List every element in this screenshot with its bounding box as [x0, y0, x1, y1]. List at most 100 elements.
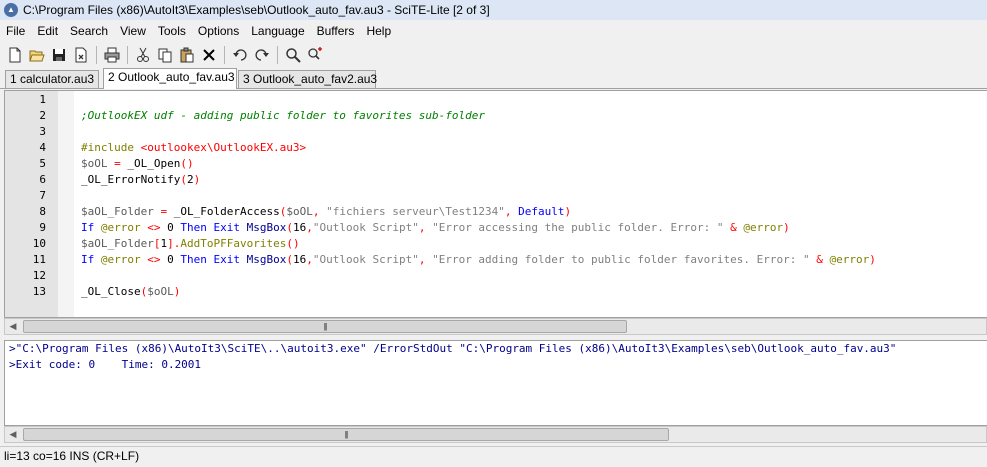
line-number: 5 [39, 157, 46, 170]
code-token: <> [140, 221, 168, 234]
scroll-left-icon[interactable]: ◀ [5, 427, 21, 442]
output-line: >"C:\Program Files (x86)\AutoIt3\SciTE\.… [9, 342, 897, 355]
redo-button[interactable] [251, 44, 273, 66]
code-line[interactable]: 13 _OL_Close($oOL) [33, 284, 987, 300]
line-number: 2 [39, 109, 46, 122]
output-pane[interactable]: >"C:\Program Files (x86)\AutoIt3\SciTE\.… [4, 340, 987, 426]
new-file-button[interactable] [4, 44, 26, 66]
output-line: >Exit code: 0 Time: 0.2001 [9, 358, 202, 371]
code-token: "Error adding folder to public folder fa… [432, 253, 810, 266]
code-line[interactable]: 2 ;OutlookEX udf - adding public folder t… [39, 108, 987, 124]
code-editor[interactable]: 1 2 ;OutlookEX udf - adding public folder … [4, 90, 987, 318]
scroll-thumb[interactable]: ||| [23, 320, 627, 333]
grip-icon: ||| [323, 322, 327, 331]
code-line[interactable]: 10 $aOL_Folder[1].AddToPFFavorites() [33, 236, 987, 252]
menu-help[interactable]: Help [360, 24, 397, 38]
code-token: "Error accessing the public folder. Erro… [432, 221, 724, 234]
tab-outlook-auto-fav[interactable]: 2 Outlook_auto_fav.au3 [103, 68, 237, 89]
toolbar-separator [96, 46, 97, 64]
code-token: 16 [292, 221, 307, 234]
code-token: ) [783, 221, 790, 234]
menu-language[interactable]: Language [245, 24, 310, 38]
scite-app-icon[interactable]: ▲ [4, 3, 18, 17]
menu-file[interactable]: File [0, 24, 31, 38]
toolbar [0, 42, 987, 68]
code-token: 0 [167, 253, 174, 266]
code-token: ) [564, 205, 572, 218]
code-token: , [306, 253, 313, 266]
tab-calculator[interactable]: 1 calculator.au3 [5, 70, 99, 88]
line-number: 4 [39, 141, 46, 154]
code-token: & [809, 253, 830, 266]
code-token: ) [173, 285, 181, 298]
code-token: MsgBox [246, 253, 287, 266]
code-token: ( [180, 173, 187, 186]
copy-button[interactable] [154, 44, 176, 66]
delete-button[interactable] [198, 44, 220, 66]
code-token: Then Exit [173, 253, 247, 266]
undo-button[interactable] [229, 44, 251, 66]
cut-icon [137, 47, 149, 62]
close-file-button[interactable] [70, 44, 92, 66]
code-token: ( [286, 253, 293, 266]
code-line[interactable]: 12 [33, 268, 987, 284]
code-line[interactable]: 8 $aOL_Folder = _OL_FolderAccess($oOL, "f… [39, 204, 987, 220]
code-line[interactable]: 4 #include <outlookex\OutlookEX.au3> [39, 140, 987, 156]
find-button[interactable] [282, 44, 304, 66]
code-token: $aOL_Folder [81, 205, 154, 218]
scroll-thumb[interactable]: ||| [23, 428, 669, 441]
code-token: _OL_Open [127, 157, 181, 170]
code-token: , [418, 253, 433, 266]
print-button[interactable] [101, 44, 123, 66]
code-token: #include [81, 141, 141, 154]
code-token: ]. [167, 237, 181, 250]
scroll-left-icon[interactable]: ◀ [5, 319, 21, 334]
close-file-icon [75, 47, 87, 63]
code-area[interactable]: 1 2 ;OutlookEX udf - adding public folder … [33, 92, 987, 300]
fold-margin[interactable] [58, 91, 74, 317]
replace-icon [308, 47, 322, 60]
tab-outlook-auto-fav2[interactable]: 3 Outlook_auto_fav2.au3 [238, 70, 377, 88]
code-line[interactable]: 9 If @error <> 0 Then Exit MsgBox(16,"Out… [39, 220, 987, 236]
cut-button[interactable] [132, 44, 154, 66]
code-token: , [312, 205, 327, 218]
code-line[interactable]: 5 $oOL = _OL_Open() [39, 156, 987, 172]
undo-icon [233, 49, 247, 61]
code-token: ) [869, 253, 876, 266]
status-bar: li=13 co=16 INS (CR+LF) [0, 446, 987, 467]
line-number: 11 [32, 253, 46, 266]
code-token: () [180, 157, 194, 170]
code-token: AddToPFFavorites [180, 237, 287, 250]
find-icon [286, 48, 301, 63]
code-token: 16 [292, 253, 307, 266]
replace-button[interactable] [304, 44, 326, 66]
menu-options[interactable]: Options [192, 24, 245, 38]
save-button[interactable] [48, 44, 70, 66]
menu-buffers[interactable]: Buffers [311, 24, 361, 38]
line-number: 9 [39, 221, 46, 234]
code-line[interactable]: 6 _OL_ErrorNotify(2) [39, 172, 987, 188]
editor-horizontal-scrollbar[interactable]: ◀ ||| [4, 318, 987, 335]
code-token: _OL_ErrorNotify [81, 173, 181, 186]
buffer-tabs: 1 calculator.au3 2 Outlook_auto_fav.au3 … [0, 68, 987, 89]
menu-view[interactable]: View [114, 24, 152, 38]
menu-tools[interactable]: Tools [152, 24, 192, 38]
toolbar-separator [127, 46, 128, 64]
menu-search[interactable]: Search [64, 24, 114, 38]
code-token: @error [829, 253, 870, 266]
line-number: 7 [39, 189, 46, 202]
code-token: @error [743, 221, 784, 234]
code-line[interactable]: 7 [39, 188, 987, 204]
code-line[interactable]: 1 [39, 92, 987, 108]
open-button[interactable] [26, 44, 48, 66]
paste-button[interactable] [176, 44, 198, 66]
code-token: = [107, 157, 128, 170]
code-line[interactable]: 11 If @error <> 0 Then Exit MsgBox(16,"Ou… [33, 252, 987, 268]
toolbar-separator [277, 46, 278, 64]
code-token: $oOL [81, 157, 108, 170]
menu-edit[interactable]: Edit [31, 24, 64, 38]
output-horizontal-scrollbar[interactable]: ◀ ||| [4, 426, 987, 443]
code-line[interactable]: 3 [39, 124, 987, 140]
code-token: @error [100, 253, 141, 266]
open-folder-icon [29, 50, 45, 62]
